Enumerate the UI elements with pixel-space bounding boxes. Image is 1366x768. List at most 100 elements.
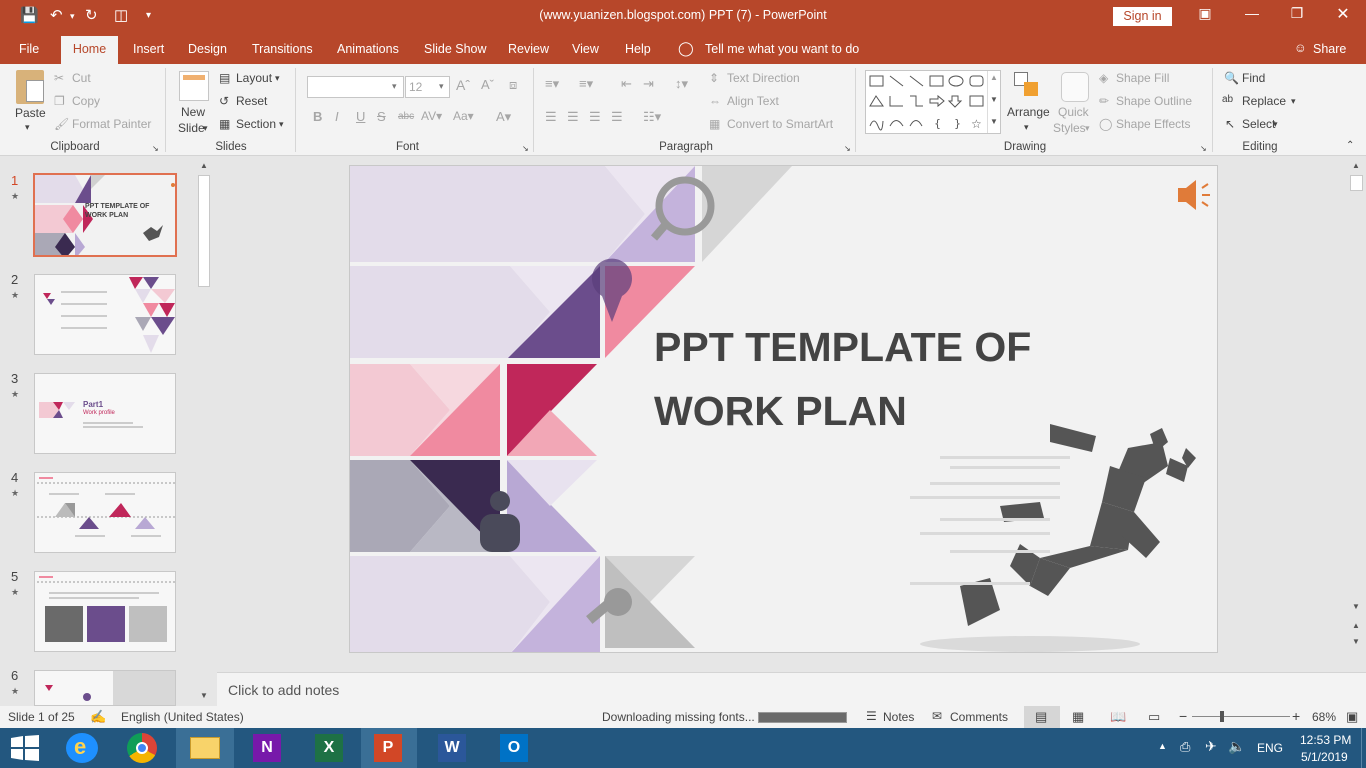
slide-thumbnail-6[interactable] <box>34 670 176 706</box>
next-slide-icon[interactable]: ▼ <box>1352 637 1360 646</box>
italic-icon[interactable]: I <box>335 109 339 124</box>
text-direction-button[interactable]: Text Direction <box>727 71 800 85</box>
align-text-button[interactable]: Align Text <box>727 94 779 108</box>
paste-button[interactable]: Paste <box>15 106 46 120</box>
shape-effects-button[interactable]: Shape Effects <box>1116 117 1191 131</box>
volume-icon[interactable]: 🔈 <box>1228 738 1245 755</box>
language-indicator[interactable]: English (United States) <box>121 710 244 724</box>
drawing-launcher-icon[interactable]: ↘ <box>1200 144 1207 153</box>
clock-time[interactable]: 12:53 PM <box>1300 733 1351 747</box>
close-button[interactable]: ✕ <box>1320 4 1366 24</box>
new-slide-dropdown-icon[interactable]: ▾ <box>203 123 208 134</box>
slide-title-line-1[interactable]: PPT TEMPLATE OF <box>654 324 1031 371</box>
slide-thumbnail-2[interactable] <box>34 274 176 355</box>
onenote-icon[interactable]: N <box>253 734 281 762</box>
justify-icon[interactable]: ☰ <box>611 109 623 125</box>
new-slide-icon[interactable] <box>179 71 209 101</box>
previous-slide-icon[interactable]: ▲ <box>1352 621 1360 630</box>
windows-start-icon[interactable] <box>11 735 41 761</box>
zoom-slider-thumb[interactable] <box>1220 711 1224 722</box>
scroll-thumb[interactable] <box>198 175 210 287</box>
decrease-indent-icon[interactable]: ⇤ <box>621 76 632 92</box>
chrome-icon[interactable] <box>127 733 157 763</box>
ribbon-display-options-icon[interactable]: ▣ <box>1182 5 1228 22</box>
notes-placeholder[interactable]: Click to add notes <box>228 682 339 698</box>
spell-check-icon[interactable]: ✍ <box>90 709 106 725</box>
normal-view-button[interactable]: ▤ <box>1024 706 1060 728</box>
font-color-icon[interactable]: A▾ <box>496 109 511 125</box>
slide-thumbnail-5[interactable] <box>34 571 176 652</box>
tab-home[interactable]: Home <box>61 36 118 64</box>
numbering-icon[interactable]: ≡▾ <box>579 76 593 92</box>
share-button[interactable]: Share <box>1313 42 1346 56</box>
slide-thumbnail-4[interactable] <box>34 472 176 553</box>
bullets-icon[interactable]: ≡▾ <box>545 76 559 92</box>
arrange-dropdown-icon[interactable]: ▾ <box>1024 122 1029 133</box>
sign-in-button[interactable]: Sign in <box>1113 7 1172 26</box>
tab-help[interactable]: Help <box>625 42 651 56</box>
outlook-icon[interactable]: O <box>500 734 528 762</box>
quick-styles-label-1[interactable]: Quick <box>1058 105 1089 119</box>
notes-pane[interactable]: Click to add notes <box>217 672 1366 706</box>
font-size-combo[interactable]: 12 ▾ <box>405 76 450 98</box>
underline-icon[interactable]: U <box>356 109 365 124</box>
file-explorer-taskbar-item[interactable] <box>176 728 234 768</box>
comments-button[interactable]: Comments <box>950 710 1008 724</box>
arrange-button[interactable]: Arrange <box>1007 105 1050 119</box>
find-button[interactable]: Find <box>1242 71 1265 85</box>
quick-styles-dropdown-icon[interactable]: ▾ <box>1085 123 1090 134</box>
paragraph-launcher-icon[interactable]: ↘ <box>844 144 851 153</box>
format-painter-button[interactable]: Format Painter <box>72 117 151 131</box>
convert-smartart-button[interactable]: Convert to SmartArt <box>727 117 833 131</box>
reset-button[interactable]: Reset <box>236 94 267 108</box>
reading-view-icon[interactable]: 📖 <box>1110 709 1126 725</box>
font-name-combo[interactable]: ▾ <box>307 76 404 98</box>
show-desktop-button[interactable] <box>1361 728 1366 768</box>
line-spacing-icon[interactable]: ↕▾ <box>675 76 688 92</box>
replace-button[interactable]: Replace <box>1242 94 1286 108</box>
tab-insert[interactable]: Insert <box>133 42 164 56</box>
slide-show-icon[interactable]: ▭ <box>1148 709 1160 725</box>
section-dropdown-icon[interactable]: ▾ <box>279 119 284 130</box>
copy-button[interactable]: Copy <box>72 94 100 108</box>
change-case-icon[interactable]: Aa▾ <box>453 109 474 123</box>
increase-indent-icon[interactable]: ⇥ <box>643 76 654 92</box>
align-left-icon[interactable]: ☰ <box>545 109 557 125</box>
decrease-font-size-icon[interactable]: Aˇ <box>481 77 494 92</box>
slide-scrollbar[interactable]: ▲ ▼ ▲ ▼ <box>1349 159 1364 651</box>
excel-icon[interactable]: X <box>315 734 343 762</box>
character-spacing-icon[interactable]: AV▾ <box>421 109 442 123</box>
show-hidden-icons[interactable]: ▲ <box>1158 741 1167 751</box>
arrange-icon[interactable] <box>1014 72 1042 100</box>
cut-button[interactable]: Cut <box>72 71 91 85</box>
fit-slide-icon[interactable]: ▣ <box>1346 709 1358 725</box>
new-slide-label-1[interactable]: New <box>181 105 205 119</box>
shapes-gallery[interactable]: { } ☆ ▲ ▼ ▼ <box>865 70 1001 134</box>
clear-formatting-icon[interactable]: ⧈ <box>509 77 517 93</box>
bold-icon[interactable]: B <box>313 109 322 124</box>
strikethrough-icon[interactable]: S <box>377 109 386 124</box>
quick-styles-icon[interactable] <box>1061 72 1089 102</box>
columns-icon[interactable]: ☷▾ <box>643 109 661 125</box>
select-dropdown-icon[interactable]: ▾ <box>1273 119 1278 130</box>
thumbnail-scrollbar[interactable]: ▲ ▼ <box>197 159 211 704</box>
zoom-in-icon[interactable]: + <box>1292 708 1300 724</box>
layout-button[interactable]: Layout <box>236 71 272 85</box>
zoom-out-icon[interactable]: − <box>1179 708 1187 724</box>
layout-dropdown-icon[interactable]: ▾ <box>275 73 280 84</box>
tab-transitions[interactable]: Transitions <box>252 42 313 56</box>
tab-view[interactable]: View <box>572 42 599 56</box>
slide-sorter-icon[interactable]: ▦ <box>1072 709 1084 725</box>
word-icon[interactable]: W <box>438 734 466 762</box>
section-button[interactable]: Section <box>236 117 276 131</box>
center-icon[interactable]: ☰ <box>567 109 579 125</box>
slide-title-line-2[interactable]: WORK PLAN <box>654 388 907 435</box>
zoom-slider[interactable] <box>1192 716 1290 717</box>
tab-file[interactable]: File <box>19 42 39 56</box>
tab-design[interactable]: Design <box>188 42 227 56</box>
clock-date[interactable]: 5/1/2019 <box>1301 750 1348 764</box>
select-button[interactable]: Select <box>1242 117 1275 131</box>
shape-fill-button[interactable]: Shape Fill <box>1116 71 1169 85</box>
restore-button[interactable]: ❐ <box>1274 5 1320 22</box>
tab-animations[interactable]: Animations <box>337 42 399 56</box>
